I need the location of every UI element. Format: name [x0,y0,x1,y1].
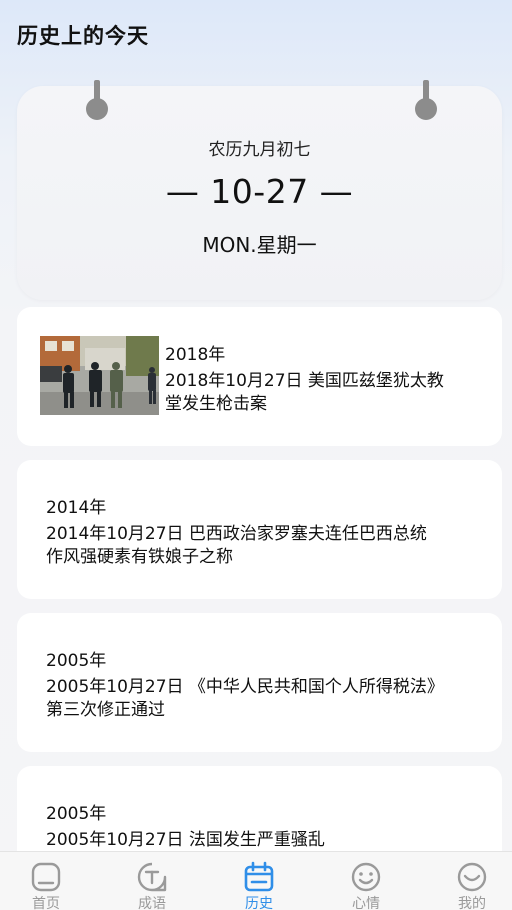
event-description-line: 作风强硬素有铁娘子之称 [46,547,233,567]
nav-label: 心情 [352,896,380,910]
date-display: — 10-27 — [165,172,354,211]
event-description-line: 2018年10月27日 美国匹兹堡犹太教 [165,371,444,391]
nav-label: 我的 [458,896,486,910]
nav-label: 成语 [138,896,166,910]
event-card[interactable]: 2018年 2018年10月27日 美国匹兹堡犹太教 堂发生枪击案 [17,307,502,446]
event-description-line: 2005年10月27日 《中华人民共和国个人所得税法》 [46,677,444,697]
nav-history[interactable]: 历史 [208,852,310,910]
event-year: 2018年 [165,345,226,365]
weekday: MON.星期一 [202,233,317,257]
event-card[interactable]: 2014年 2014年10月27日 巴西政治家罗塞夫连任巴西总统 作风强硬素有铁… [17,460,502,599]
nav-home[interactable]: 首页 [0,852,97,910]
nav-idiom[interactable]: 成语 [101,852,203,910]
calendar-icon [244,861,274,892]
calendar-ring-icon [86,80,108,126]
event-card[interactable]: 2005年 2005年10月27日 《中华人民共和国个人所得税法》 第三次修正通… [17,613,502,752]
event-description-line: 堂发生枪击案 [165,394,267,414]
event-description: 2005年10月27日 《中华人民共和国个人所得税法》 第三次修正通过 [46,676,444,722]
lunar-date: 农历九月初七 [208,140,311,160]
profile-icon [457,862,487,892]
event-description-line: 2014年10月27日 巴西政治家罗塞夫连任巴西总统 [46,524,427,544]
nav-profile[interactable]: 我的 [421,852,512,910]
event-photo [40,336,159,415]
bottom-nav: 首页 成语 历史 心情 我的 [0,851,512,910]
event-year: 2014年 [46,498,107,518]
event-description: 2005年10月27日 法国发生严重骚乱 [46,829,325,852]
home-icon [31,862,61,892]
smile-icon [351,862,381,892]
event-year: 2005年 [46,804,107,824]
calendar-ring-icon [415,80,437,126]
event-year: 2005年 [46,651,107,671]
event-description: 2014年10月27日 巴西政治家罗塞夫连任巴西总统 作风强硬素有铁娘子之称 [46,523,427,569]
event-description-line: 2005年10月27日 法国发生严重骚乱 [46,830,325,850]
page-title: 历史上的今天 [17,23,149,48]
event-description: 2018年10月27日 美国匹兹堡犹太教 堂发生枪击案 [165,370,444,416]
event-description-line: 第三次修正通过 [46,700,165,720]
idiom-icon [137,862,167,892]
calendar-card: 农历九月初七 — 10-27 — MON.星期一 [17,80,502,300]
nav-label: 历史 [245,896,273,910]
nav-mood[interactable]: 心情 [315,852,417,910]
nav-label: 首页 [32,896,60,910]
